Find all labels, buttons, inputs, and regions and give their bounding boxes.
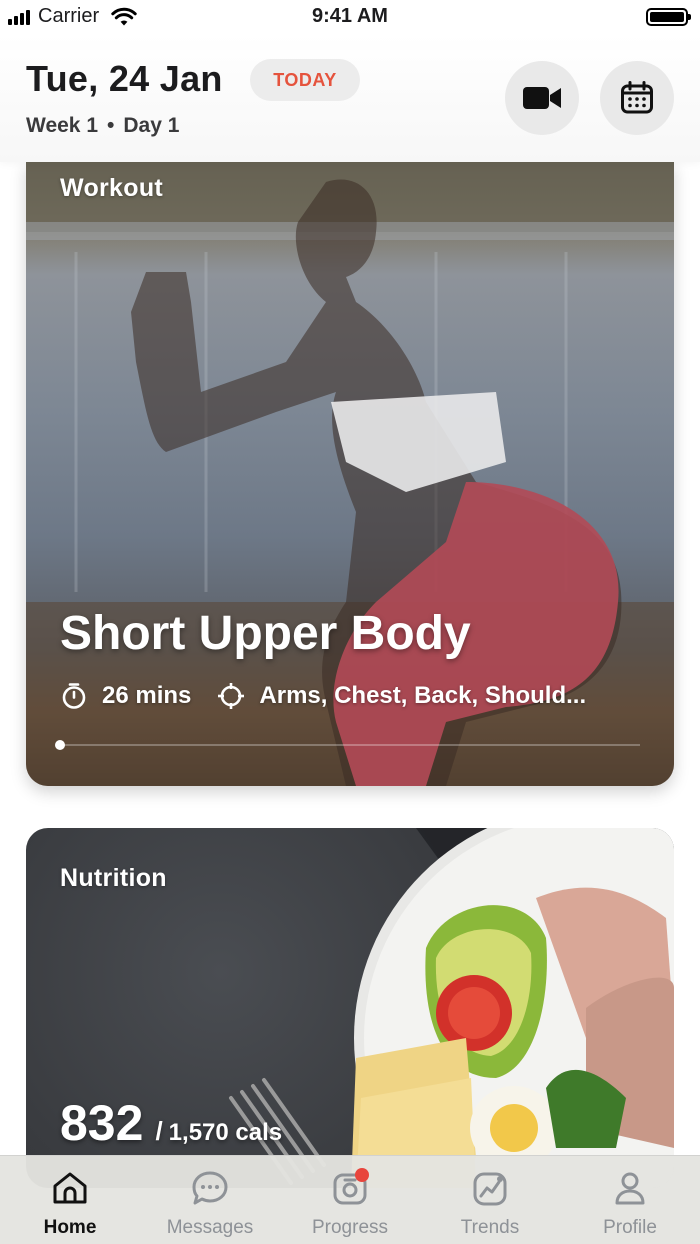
today-button[interactable]: TODAY bbox=[250, 59, 360, 101]
tab-home-label: Home bbox=[43, 1217, 97, 1238]
status-bar: Carrier 9:41 AM bbox=[0, 0, 700, 34]
workout-meta: 26 mins Arms, Chest, Back, Should... bbox=[60, 682, 586, 710]
calendar-icon bbox=[620, 81, 654, 115]
nutrition-label: Nutrition bbox=[60, 864, 167, 892]
calories-consumed: 832 bbox=[60, 1095, 144, 1151]
video-camera-icon bbox=[522, 85, 562, 111]
tab-messages-label: Messages bbox=[166, 1217, 254, 1238]
workout-duration: 26 mins bbox=[102, 682, 192, 709]
tab-progress-label: Progress bbox=[311, 1217, 389, 1238]
calories-separator: / bbox=[155, 1116, 163, 1146]
week-day-indicator: Week 1 • Day 1 bbox=[26, 114, 179, 138]
calories-goal: 1,570 cals bbox=[168, 1119, 283, 1146]
workout-label: Workout bbox=[60, 174, 164, 202]
user-icon bbox=[610, 1168, 650, 1208]
date-title: Tue, 24 Jan bbox=[26, 58, 223, 99]
camera-progress-icon bbox=[330, 1168, 370, 1208]
workout-card[interactable]: Workout Short Upper Body 26 mins Arms, C… bbox=[26, 162, 674, 786]
workout-progress-knob bbox=[55, 740, 65, 750]
nutrition-card[interactable]: Nutrition 832 /1,570 cals bbox=[26, 828, 674, 1188]
video-button[interactable] bbox=[505, 61, 579, 135]
separator-dot: • bbox=[107, 114, 115, 137]
tab-home[interactable]: Home bbox=[0, 1156, 140, 1244]
workout-targets: Arms, Chest, Back, Should... bbox=[259, 682, 587, 709]
tab-trends-label: Trends bbox=[460, 1217, 520, 1238]
clock: 9:41 AM bbox=[312, 5, 388, 27]
battery-icon bbox=[646, 8, 691, 26]
week-label: Week 1 bbox=[26, 114, 98, 137]
trend-chart-icon bbox=[470, 1168, 510, 1208]
home-icon bbox=[50, 1168, 90, 1208]
workout-title: Short Upper Body bbox=[60, 607, 471, 660]
tab-trends[interactable]: Trends bbox=[420, 1156, 560, 1244]
tab-messages[interactable]: Messages bbox=[140, 1156, 280, 1244]
tab-progress[interactable]: Progress bbox=[280, 1156, 420, 1244]
header: Tue, 24 Jan TODAY Week 1 • Day 1 bbox=[0, 34, 700, 162]
home-screen: Carrier 9:41 AM Tue, 24 Jan TODAY Week 1… bbox=[0, 0, 700, 1244]
target-icon bbox=[217, 682, 245, 710]
tab-profile[interactable]: Profile bbox=[560, 1156, 700, 1244]
calorie-summary: 832 /1,570 cals bbox=[60, 1094, 282, 1152]
tab-bar: Home Messages Progress Trends Profile bbox=[0, 1155, 700, 1244]
day-label: Day 1 bbox=[123, 114, 180, 137]
workout-progress-bar bbox=[55, 740, 640, 750]
notification-badge bbox=[355, 1168, 369, 1182]
tab-profile-label: Profile bbox=[603, 1217, 657, 1238]
stopwatch-icon bbox=[60, 682, 88, 710]
chat-icon bbox=[190, 1168, 230, 1208]
calendar-button[interactable] bbox=[600, 61, 674, 135]
